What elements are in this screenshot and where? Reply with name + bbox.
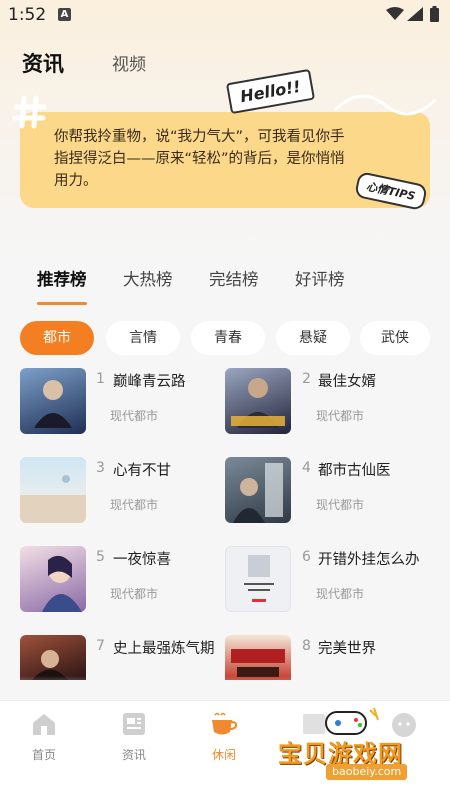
book-rank: 4 — [302, 460, 311, 476]
book-genre: 现代都市 — [110, 587, 159, 601]
watermark-url: baobeiy.com — [326, 764, 408, 780]
notification-icon: A — [58, 8, 71, 21]
book-rank: 1 — [96, 371, 105, 387]
book-title[interactable]: 史上最强炼气期 — [113, 637, 215, 658]
book-cover[interactable] — [225, 635, 291, 680]
nav-leisure-label: 休闲 — [211, 748, 236, 762]
book-rank: 6 — [302, 549, 311, 565]
book-cover[interactable] — [225, 546, 291, 612]
rank-tab-hot[interactable]: 大热榜 — [123, 266, 173, 290]
book-genre: 现代都市 — [316, 498, 365, 512]
book-genre: 现代都市 — [316, 409, 365, 423]
rank-tab-completed[interactable]: 完结榜 — [209, 266, 259, 290]
book-cover[interactable] — [225, 368, 291, 434]
book-rank: 2 — [302, 371, 311, 387]
wifi-icon — [386, 7, 404, 20]
nav-news[interactable] — [104, 712, 164, 740]
active-tab-indicator — [37, 302, 87, 305]
nav-home[interactable] — [14, 712, 74, 740]
cover-art-icon — [34, 380, 72, 428]
book-title[interactable]: 一夜惊喜 — [113, 548, 171, 569]
top-tab-video[interactable]: 视频 — [112, 50, 146, 75]
book-cover[interactable] — [20, 635, 86, 680]
genre-chip-romance[interactable]: 言情 — [106, 321, 180, 355]
book-title[interactable]: 开错外挂怎么办 — [318, 548, 420, 569]
book-genre: 现代都市 — [110, 498, 159, 512]
list-fade — [0, 676, 450, 700]
top-tab-news[interactable]: 资讯 — [22, 48, 64, 78]
news-icon — [123, 713, 145, 735]
book-cover[interactable] — [20, 457, 86, 523]
book-rank: 3 — [96, 460, 105, 476]
cover-art-icon — [42, 555, 82, 612]
cover-art-icon — [244, 555, 274, 602]
book-title[interactable]: 巅峰青云路 — [113, 370, 186, 391]
book-title[interactable]: 都市古仙医 — [318, 459, 391, 480]
book-title[interactable]: 完美世界 — [318, 637, 376, 658]
hash-icon — [12, 95, 47, 129]
book-cover[interactable] — [20, 368, 86, 434]
status-bar: 1:52 A — [0, 0, 450, 30]
cover-art-icon — [233, 463, 283, 523]
cover-art-icon — [231, 378, 285, 428]
banner-text: 你帮我拎重物，说“我力气大”，可我看见你手指捏得泛白——原来“轻松”的背后，是你… — [54, 129, 345, 189]
nav-home-label: 首页 — [31, 748, 56, 762]
rank-tab-top-rated[interactable]: 好评榜 — [295, 266, 345, 290]
genre-chip-urban[interactable]: 都市 — [20, 321, 94, 355]
genre-chip-mystery[interactable]: 悬疑 — [276, 321, 350, 355]
book-genre: 现代都市 — [316, 587, 365, 601]
book-rank: 8 — [302, 638, 311, 654]
book-cover[interactable] — [20, 546, 86, 612]
book-genre: 现代都市 — [110, 409, 159, 423]
nav-leisure[interactable] — [194, 712, 254, 742]
cover-art-icon — [231, 649, 285, 677]
genre-chip-youth[interactable]: 青春 — [191, 321, 265, 355]
cover-art-icon — [20, 475, 86, 523]
home-icon — [33, 714, 55, 735]
nav-news-label: 资讯 — [121, 748, 146, 762]
book-title[interactable]: 心有不甘 — [113, 459, 171, 480]
status-time: 1:52 — [8, 5, 47, 25]
genre-chip-wuxia[interactable]: 武侠 — [360, 321, 430, 355]
battery-icon — [430, 6, 439, 22]
book-rank: 7 — [96, 638, 105, 654]
book-rank: 5 — [96, 549, 105, 565]
signal-icon — [407, 7, 423, 21]
cover-art-icon — [32, 650, 68, 680]
rank-tab-recommended[interactable]: 推荐榜 — [37, 266, 87, 290]
book-title[interactable]: 最佳女婿 — [318, 370, 376, 391]
cup-icon — [212, 712, 238, 735]
book-cover[interactable] — [225, 457, 291, 523]
